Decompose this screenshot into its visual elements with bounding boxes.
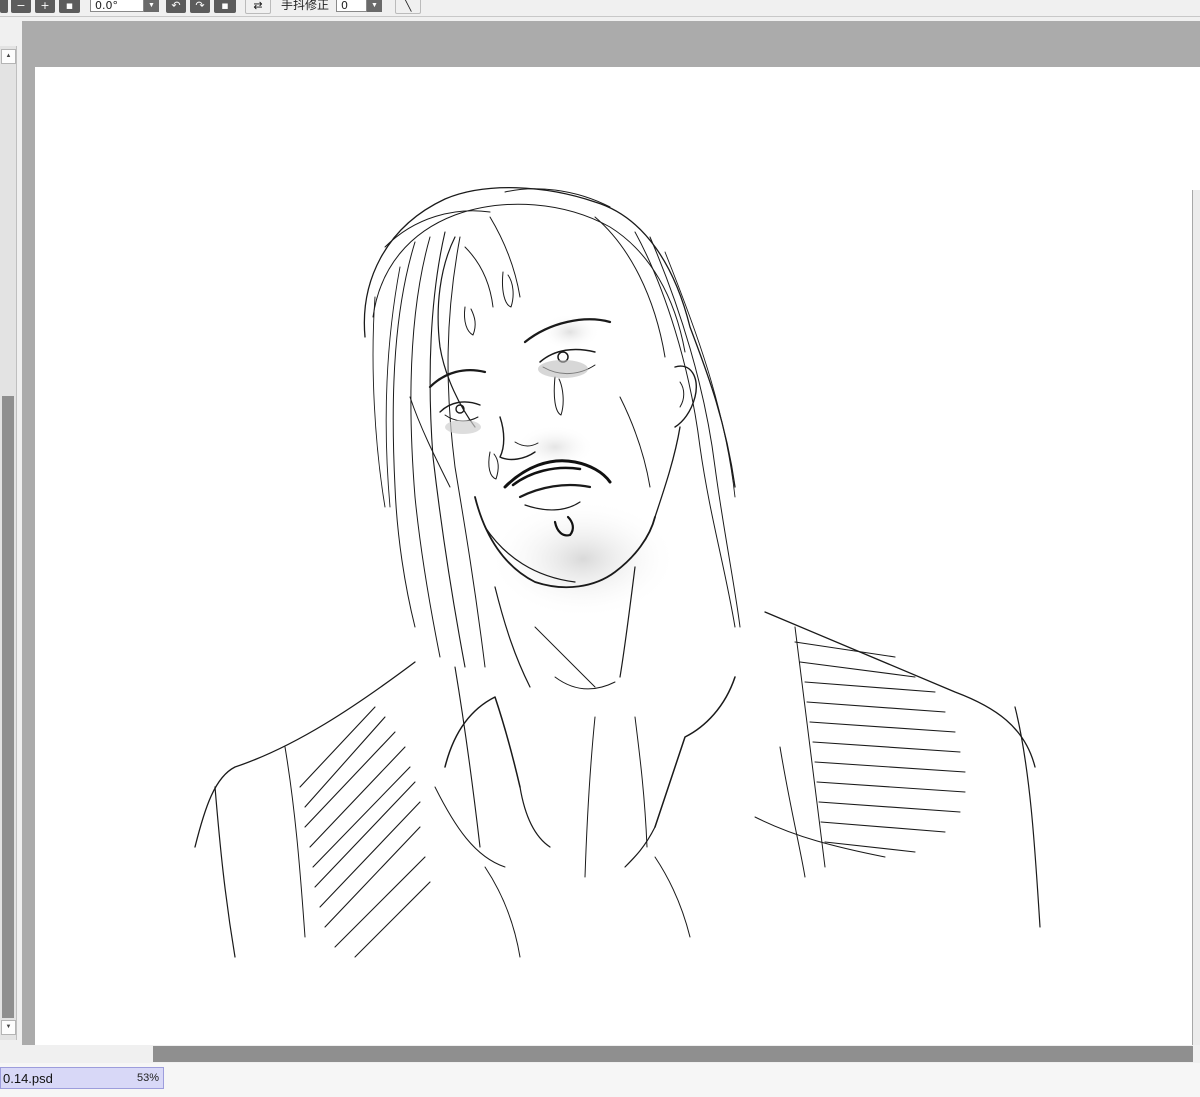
rotation-field[interactable]: 0.0°: [90, 0, 144, 12]
toolbar-button[interactable]: [0, 0, 8, 13]
horizontal-scroll-thumb[interactable]: [153, 1046, 1193, 1062]
drawing-canvas[interactable]: [35, 67, 1200, 1045]
rotation-dropdown-icon[interactable]: ▼: [144, 0, 159, 12]
horizontal-scrollbar[interactable]: [0, 1045, 1200, 1063]
top-toolbar: − + ▪ 0.0° ▼ ↶ ↷ ▪ ⇄ 手抖修正 0 ▼ ╲: [0, 0, 1200, 17]
flip-horizontal-button[interactable]: ⇄: [245, 0, 271, 14]
document-file-name: 0.14.psd: [3, 1071, 53, 1086]
zoom-level: 53%: [136, 1072, 159, 1084]
rotate-right-button[interactable]: ↷: [190, 0, 210, 13]
rotate-reset-button[interactable]: ▪: [214, 0, 236, 13]
status-bar: 0.14.psd 53%: [0, 1063, 1200, 1097]
zoom-out-button[interactable]: −: [11, 0, 31, 13]
scroll-down-icon[interactable]: ▼: [1, 1020, 16, 1035]
vertical-scroll-thumb[interactable]: [2, 396, 14, 1018]
sketch-artwork: [194, 187, 1041, 958]
zoom-in-button[interactable]: +: [35, 0, 55, 13]
document-tab[interactable]: 0.14.psd 53%: [0, 1067, 164, 1089]
rotate-left-button[interactable]: ↶: [166, 0, 186, 13]
stabilizer-label: 手抖修正: [281, 0, 330, 12]
stabilizer-field[interactable]: 0: [336, 0, 367, 12]
scroll-up-icon[interactable]: ▲: [1, 49, 16, 64]
vertical-scrollbar[interactable]: ▲ ▼: [0, 46, 17, 1040]
stabilizer-dropdown-icon[interactable]: ▼: [367, 0, 382, 12]
pen-tool-button[interactable]: ╲: [395, 0, 421, 14]
side-panel-edge[interactable]: [1192, 190, 1200, 1046]
zoom-reset-button[interactable]: ▪: [59, 0, 80, 13]
